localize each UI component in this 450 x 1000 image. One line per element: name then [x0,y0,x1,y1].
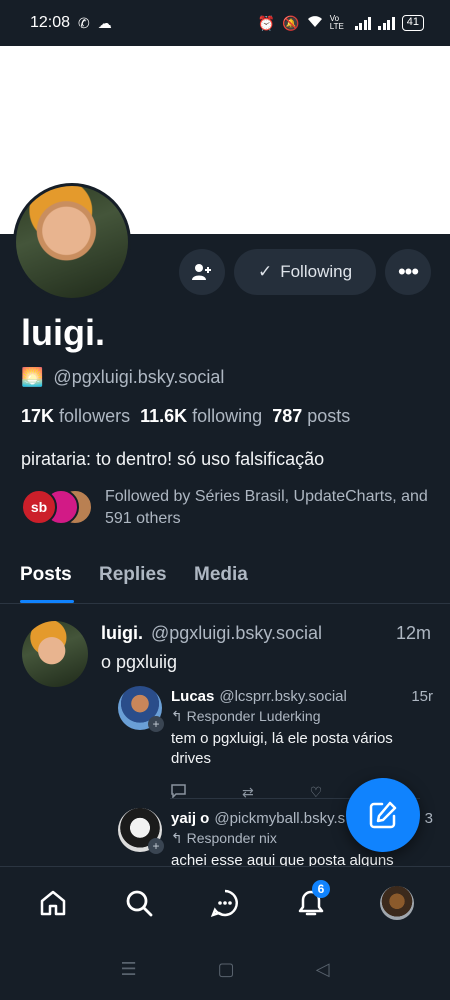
profile-stats: 17K followers 11.6K following 787 posts [21,406,350,427]
profile-avatar-image [16,186,128,298]
reply-arrow-icon: ↰ [171,708,183,724]
signal-icon-2 [378,16,395,30]
nav-search[interactable] [112,876,166,930]
following-button-label: Following [280,262,353,281]
followers-stat[interactable]: 17K followers [21,406,130,427]
reply-author-name[interactable]: yaij o [171,810,209,827]
add-user-icon [192,264,211,280]
following-stat[interactable]: 11.6K following [140,406,262,427]
nav-home[interactable] [26,876,80,930]
ellipsis-icon: ••• [397,259,419,284]
whatsapp-icon: ✆ [78,14,90,31]
reply-author-avatar[interactable]: + [118,686,164,732]
more-options-button[interactable]: ••• [385,249,431,295]
search-icon [126,890,153,916]
plus-icon: + [148,716,164,732]
post-author-avatar[interactable] [22,621,88,687]
active-tab-indicator [20,600,74,603]
volte-label: Vo LTE [329,14,344,31]
tab-posts[interactable]: Posts [20,564,72,586]
tab-media[interactable]: Media [194,564,248,586]
home-button-icon[interactable]: ▢ [218,959,235,980]
reply-timestamp: 15r [411,688,433,705]
handle-row: 🌅 @pgxluigi.bsky.social [21,367,224,388]
reply-arrow-icon: ↰ [171,830,183,846]
recent-apps-icon[interactable]: ☰ [121,959,137,980]
back-icon[interactable]: ◁ [316,959,330,980]
nav-notifications[interactable]: 6 [284,876,338,930]
home-icon [40,890,66,915]
status-bar: 12:08 ✆ ☁ ⏰ 🔕 Vo LTE 41 [0,0,450,46]
reply-header: Lucas @lcsprr.bsky.social 15r [171,688,433,705]
system-nav-bar: ☰ ▢ ◁ [0,938,450,1000]
display-name: luigi. [21,312,105,353]
post-timestamp: 12m [395,623,431,643]
following-button[interactable]: ✓ Following [234,249,376,295]
followed-by-text: Followed by Séries Brasil, UpdateCharts,… [105,488,428,527]
tab-replies[interactable]: Replies [99,564,167,586]
battery-icon: 41 [401,15,424,31]
post-header: luigi. @pgxluigi.bsky.social 12m [101,623,431,644]
reply-to-label: ↰ Responder nix [171,830,277,846]
wifi-icon [307,15,323,31]
nav-chat[interactable] [198,876,252,930]
reply-author-handle: @lcsprr.bsky.social [219,688,347,705]
sun-icon: 🌅 [21,367,44,387]
post-author-handle: @pgxluigi.bsky.social [151,623,323,643]
status-time: 12:08 [30,14,71,31]
followed-by-avatar-series-brasil: sb [21,489,57,525]
reply-author-handle: @pickmyball.bsky.s [214,810,346,827]
reply-author-avatar[interactable]: + [118,808,164,854]
check-icon: ✓ [257,262,273,281]
posts-stat: 787 posts [272,406,351,426]
post-author-name[interactable]: luigi. [101,623,143,644]
profile-avatar-icon [380,885,414,920]
post-text: o pgxluiig [101,652,178,672]
followed-by-row[interactable]: sb Followed by Séries Brasil, UpdateChar… [21,486,435,530]
bottom-nav: 6 [0,866,450,938]
signal-icon [354,16,372,30]
reply-timestamp: 3 [424,810,433,827]
reply-author-name[interactable]: Lucas [171,688,214,705]
compose-icon [369,801,397,829]
notification-badge: 6 [312,879,330,898]
nav-profile[interactable] [370,876,424,930]
chat-icon [210,889,238,917]
profile-bio: pirataria: to dentro! só uso falsificaçã… [21,449,325,469]
profile-tabs: Posts Replies Media [0,560,450,604]
plus-icon: + [148,838,164,854]
alarm-icon: ⏰ [257,14,276,31]
mute-icon: 🔕 [282,14,300,31]
reply-text: tem o pgxluigi, lá ele posta vários driv… [171,730,393,767]
profile-avatar[interactable] [13,183,131,301]
profile-handle: @pgxluigi.bsky.social [53,367,225,387]
reply-to-label: ↰ Responder Luderking [171,708,321,724]
add-user-button[interactable] [179,249,225,295]
compose-post-button[interactable] [346,778,420,852]
app-notification-icon: ☁ [97,14,112,31]
followed-by-avatars: sb [21,486,93,528]
